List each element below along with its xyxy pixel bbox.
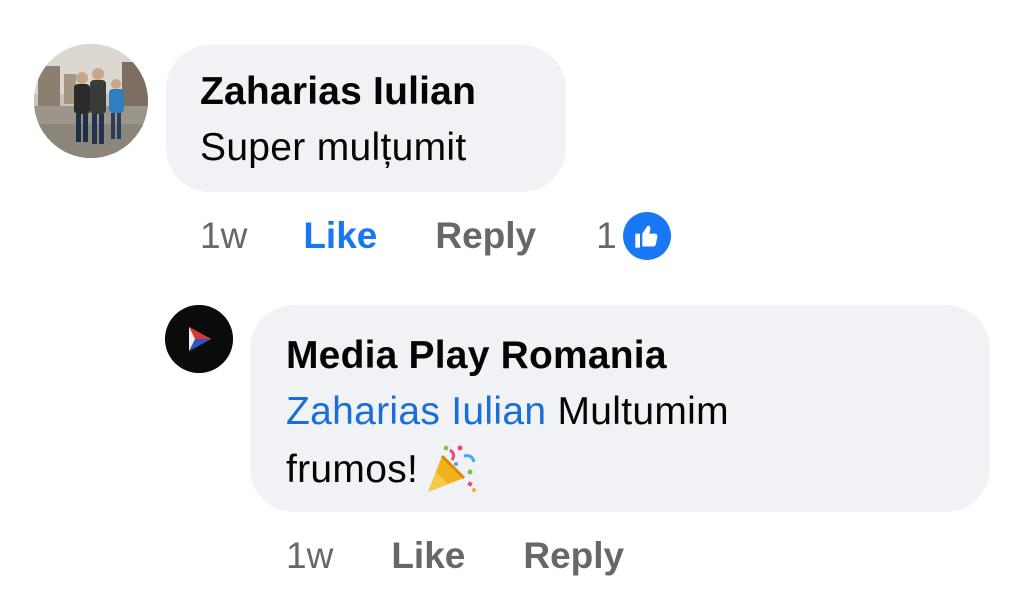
reply-like-button[interactable]: Like (391, 535, 465, 577)
commenter-avatar[interactable] (34, 44, 148, 158)
reply-text: Zaharias Iulian Multumim frumos! (286, 383, 866, 499)
reply-author[interactable]: Media Play Romania (286, 333, 990, 379)
reply-bubble: Media Play Romania Zaharias Iulian Multu… (250, 305, 990, 512)
comment-thread: Zaharias Iulian Super mulțumit 1w Like R… (0, 0, 1024, 597)
party-popper-icon (424, 442, 478, 496)
reply-button[interactable]: Reply (435, 215, 536, 257)
comment-actions: 1w Like Reply 1 (200, 210, 671, 262)
user-photo-avatar (34, 44, 148, 158)
reply-actions: 1w Like Reply (286, 530, 624, 582)
media-play-logo (165, 305, 233, 373)
reaction-count: 1 (596, 215, 617, 256)
reply-reply-button[interactable]: Reply (523, 535, 624, 577)
thumbs-up-icon (622, 212, 671, 260)
reaction-summary[interactable]: 1 (596, 212, 671, 260)
comment-bubble: Zaharias Iulian Super mulțumit (166, 45, 566, 192)
comment-author[interactable]: Zaharias Iulian (200, 69, 566, 115)
reply-timestamp[interactable]: 1w (286, 535, 333, 577)
comment-timestamp[interactable]: 1w (200, 215, 247, 257)
page-avatar[interactable] (165, 305, 233, 373)
comment-text: Super mulțumit (200, 126, 467, 169)
mention-link[interactable]: Zaharias Iulian (286, 390, 546, 433)
like-button[interactable]: Like (303, 215, 377, 257)
